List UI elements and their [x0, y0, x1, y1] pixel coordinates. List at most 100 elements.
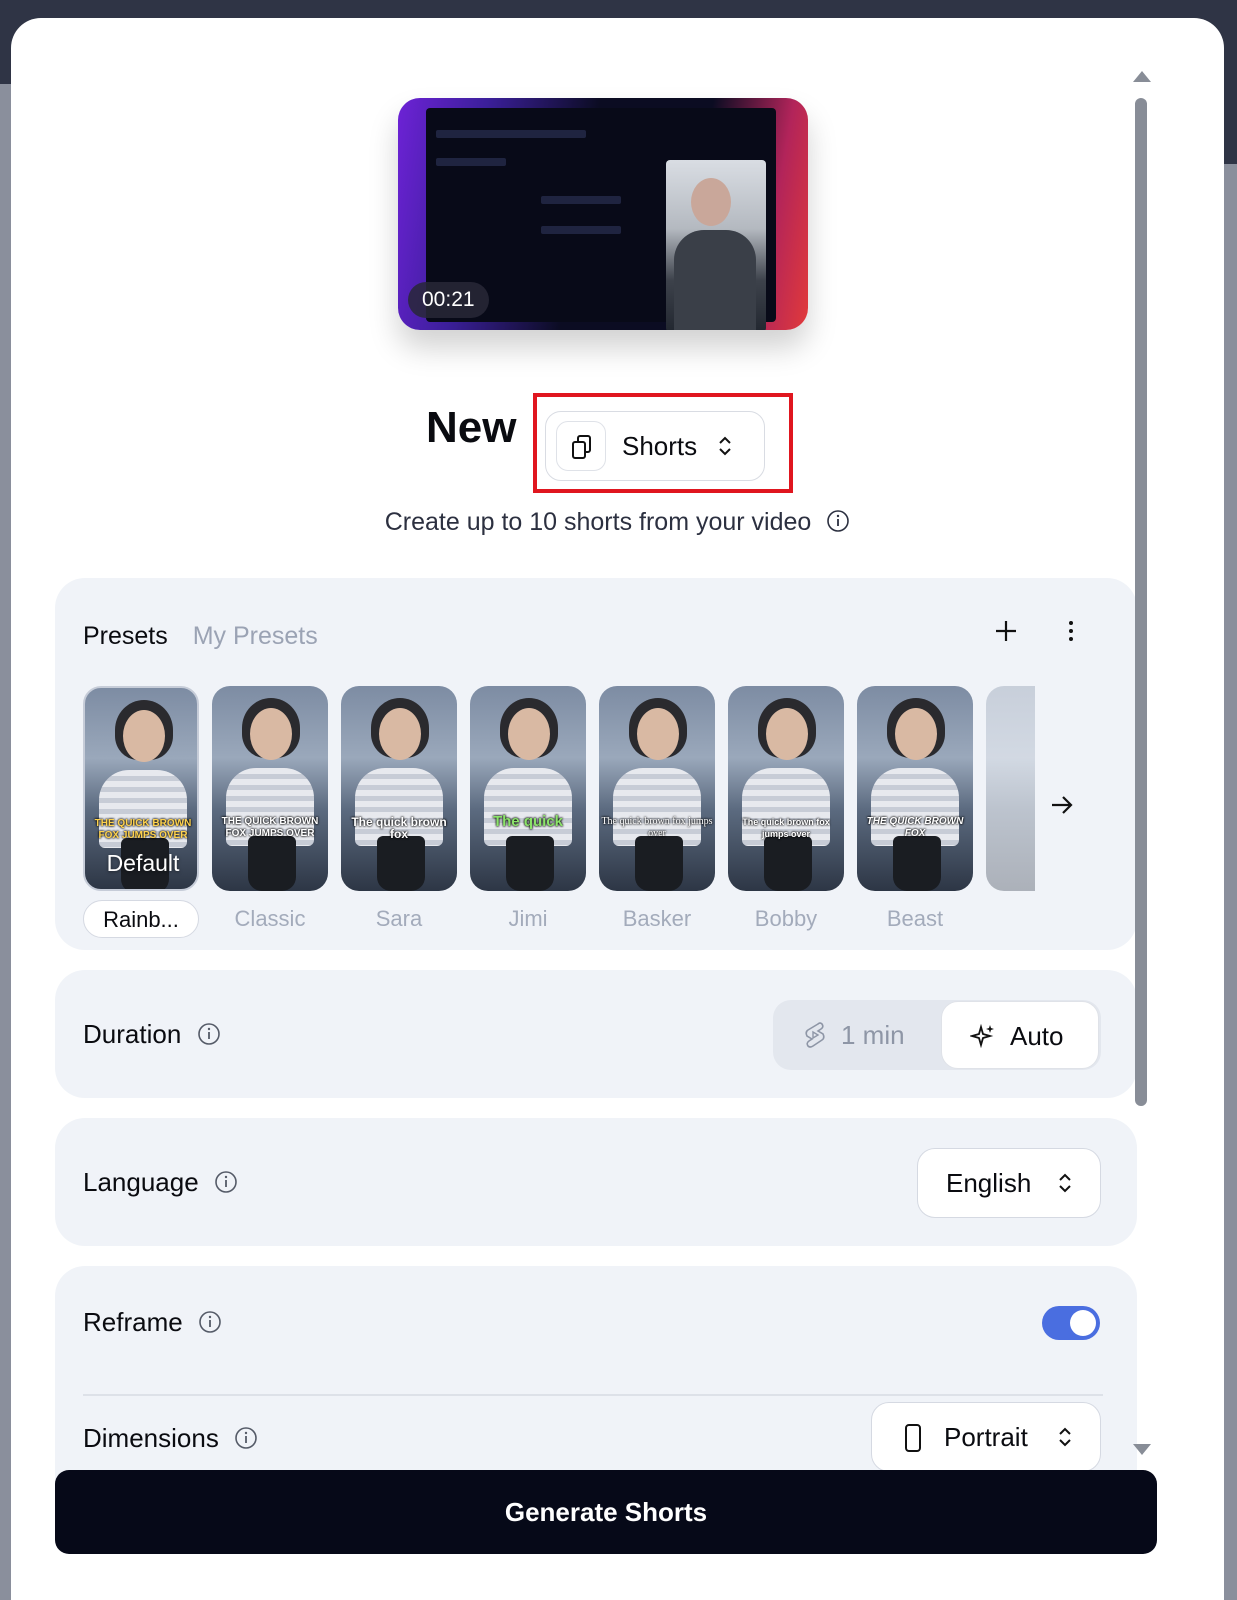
preset-card[interactable]: The quick brown fox Sara: [341, 686, 457, 938]
language-select[interactable]: English: [917, 1148, 1101, 1218]
shorts-icon: [805, 1022, 825, 1048]
scroll-up-arrow[interactable]: [1131, 68, 1153, 84]
preset-thumbnail: THE QUICK BROWN FOX JUMPS OVER: [212, 686, 328, 891]
preset-plant-pot: [893, 836, 941, 891]
preset-name: Rainb...: [83, 900, 199, 938]
duration-option-1min[interactable]: 1 min: [803, 1000, 905, 1070]
preset-name: B: [986, 900, 1035, 938]
preset-card[interactable]: B: [986, 686, 1035, 938]
preset-card[interactable]: THE QUICK BROWN FOX Beast: [857, 686, 973, 938]
preset-face: [508, 708, 550, 760]
speaker-body: [674, 230, 756, 330]
language-label-text: Language: [83, 1167, 199, 1197]
chevron-updown-icon: [719, 436, 731, 456]
preset-name: Jimi: [508, 906, 548, 931]
more-vertical-icon[interactable]: [1058, 618, 1084, 644]
chevron-updown-icon: [1059, 1173, 1071, 1193]
preset-face: [123, 710, 165, 762]
info-icon[interactable]: [197, 1022, 221, 1046]
subtitle-text: Create up to 10 shorts from your video: [384, 508, 812, 536]
sparkles-icon: [968, 1023, 994, 1049]
editor-line: [436, 158, 506, 166]
preset-plant-pot: [764, 836, 812, 891]
generate-shorts-button[interactable]: Generate Shorts: [55, 1470, 1157, 1554]
preset-card[interactable]: The quick Jimi: [470, 686, 586, 938]
speaker-head: [691, 178, 731, 226]
dimensions-select[interactable]: Portrait: [871, 1402, 1101, 1472]
preset-thumbnail: [986, 686, 1035, 891]
info-icon[interactable]: [826, 509, 850, 533]
editor-line: [436, 130, 586, 138]
preset-shirt: [484, 768, 572, 846]
preset-thumbnail: THE QUICK BROWN FOX: [857, 686, 973, 891]
preset-thumbnail: THE QUICK BROWN FOX JUMPS OVER Default: [83, 686, 199, 891]
scrollbar-thumb[interactable]: [1135, 98, 1147, 1106]
scroll-down-arrow[interactable]: [1131, 1442, 1153, 1458]
preset-name: Bobby: [754, 906, 818, 931]
create-shorts-modal: 00:21 New Shorts Create up to 10 shorts …: [11, 18, 1224, 1600]
preset-name: Classic: [234, 906, 306, 931]
dimensions-value: Portrait: [944, 1422, 1028, 1452]
preset-caption-sample: THE QUICK BROWN FOX: [866, 816, 964, 839]
preset-plant-pot: [248, 836, 296, 891]
arrow-right-icon[interactable]: [1049, 792, 1075, 818]
duration-label: Duration: [83, 970, 221, 1098]
preset-thumbnail: The quick: [470, 686, 586, 891]
language-label: Language: [83, 1118, 238, 1246]
preset-card[interactable]: THE QUICK BROWN FOX JUMPS OVER Classic: [212, 686, 328, 938]
preset-thumbnail: The quick brown fox: [341, 686, 457, 891]
copy-icon: [556, 421, 606, 471]
mode-label: Shorts: [622, 431, 698, 461]
chevron-updown-icon: [1059, 1427, 1071, 1447]
tab-my-presets[interactable]: My Presets: [193, 622, 318, 651]
plus-icon[interactable]: [993, 618, 1019, 644]
preset-caption-sample: The quick brown fox jumps over: [601, 816, 713, 839]
video-thumbnail[interactable]: 00:21: [398, 98, 808, 330]
duration-badge: 00:21: [408, 282, 489, 318]
preset-card[interactable]: The quick brown fox jumps over Basker: [599, 686, 715, 938]
toggle-knob: [1070, 1310, 1096, 1336]
duration-option-label: Auto: [1010, 1021, 1064, 1051]
language-value: English: [946, 1168, 1032, 1198]
preset-tabs: Presets My Presets: [83, 622, 336, 651]
preset-face: [637, 708, 679, 760]
editor-line: [541, 196, 621, 204]
subtitle: Create up to 10 shorts from your video: [11, 508, 1224, 537]
info-icon[interactable]: [234, 1426, 258, 1450]
language-card: Language English: [55, 1118, 1137, 1246]
dimensions-label: Dimensions: [83, 1408, 258, 1468]
speaker-image: [666, 160, 766, 330]
reframe-toggle[interactable]: [1042, 1306, 1100, 1340]
info-icon[interactable]: [214, 1170, 238, 1194]
dimensions-label-text: Dimensions: [83, 1423, 219, 1453]
portrait-icon: [905, 1424, 921, 1452]
duration-card: Duration 1 min Auto: [55, 970, 1137, 1098]
duration-option-auto[interactable]: Auto: [941, 1001, 1099, 1069]
reframe-label: Reframe: [83, 1292, 222, 1352]
preset-face: [379, 708, 421, 760]
divider: [83, 1394, 1103, 1396]
preset-face: [895, 708, 937, 760]
preset-plant-pot: [506, 836, 554, 891]
preset-face: [250, 708, 292, 760]
preset-face: [766, 708, 808, 760]
reframe-label-text: Reframe: [83, 1307, 183, 1337]
preset-caption-sample: THE QUICK BROWN FOX JUMPS OVER: [221, 816, 319, 839]
preset-thumbnail: The quick brown fox jumps over: [728, 686, 844, 891]
preset-caption-sample: THE QUICK BROWN FOX JUMPS OVER: [94, 818, 192, 841]
preset-caption-sample: The quick brown fox jumps over: [742, 817, 830, 839]
mode-select[interactable]: Shorts: [545, 411, 765, 481]
duration-segmented-control: 1 min Auto: [773, 1000, 1101, 1070]
presets-card: Presets My Presets THE QUICK BROWN FOX J…: [55, 578, 1137, 950]
preset-name: Sara: [375, 906, 423, 931]
preset-caption-sample: The quick: [492, 813, 563, 830]
preset-carousel: THE QUICK BROWN FOX JUMPS OVER Default R…: [83, 686, 1035, 938]
page-title: New: [426, 403, 517, 452]
tab-presets[interactable]: Presets: [83, 622, 168, 651]
preset-thumbnail: The quick brown fox jumps over: [599, 686, 715, 891]
preset-plant-pot: [377, 836, 425, 891]
duration-option-label: 1 min: [841, 1020, 905, 1050]
info-icon[interactable]: [198, 1310, 222, 1334]
preset-card[interactable]: THE QUICK BROWN FOX JUMPS OVER Default R…: [83, 686, 199, 938]
preset-card[interactable]: The quick brown fox jumps over Bobby: [728, 686, 844, 938]
